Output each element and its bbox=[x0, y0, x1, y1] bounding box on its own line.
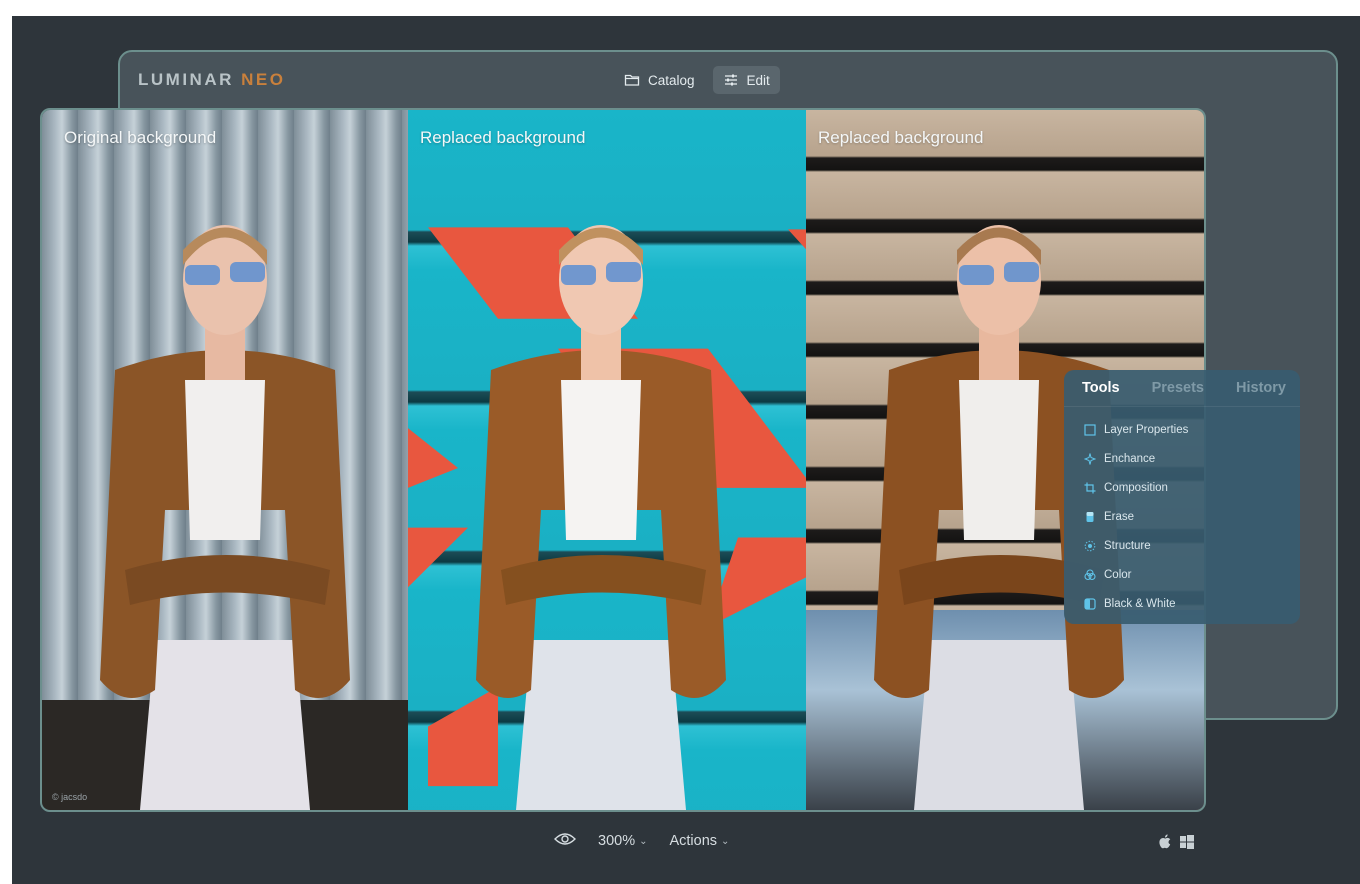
tool-label: Enchance bbox=[1104, 452, 1156, 465]
tool-structure[interactable]: Structure bbox=[1064, 531, 1300, 560]
panel-original: Original background © jacsdo bbox=[42, 110, 408, 810]
tools-panel-tabs: Tools Presets History bbox=[1064, 370, 1300, 406]
bottom-toolbar: 300% ⌄ Actions ⌄ bbox=[554, 832, 729, 850]
apple-icon bbox=[1158, 834, 1172, 855]
eraser-icon bbox=[1084, 511, 1096, 523]
color-palette-icon bbox=[1084, 568, 1096, 581]
tool-color[interactable]: Color bbox=[1064, 560, 1300, 589]
tab-edit[interactable]: Edit bbox=[712, 66, 780, 94]
tool-label: Black & White bbox=[1104, 597, 1176, 610]
panel-building-label: Replaced background bbox=[818, 128, 984, 147]
eye-icon bbox=[554, 832, 576, 850]
chevron-down-icon: ⌄ bbox=[639, 835, 648, 847]
logo-main-text: LUMINAR bbox=[138, 70, 234, 89]
tool-erase[interactable]: Erase bbox=[1064, 502, 1300, 531]
photo-credit: © jacsdo bbox=[52, 792, 88, 802]
tool-enhance[interactable]: Enchance bbox=[1064, 444, 1300, 473]
app-logo: LUMINAR NEO bbox=[138, 70, 285, 90]
zoom-dropdown[interactable]: 300% ⌄ bbox=[598, 833, 647, 849]
logo-accent-text: NEO bbox=[241, 70, 286, 89]
zoom-value: 300% bbox=[598, 833, 636, 849]
panel-original-label: Original background bbox=[64, 128, 217, 147]
tool-composition[interactable]: Composition bbox=[1064, 473, 1300, 502]
crop-icon bbox=[1084, 482, 1096, 494]
actions-label: Actions bbox=[669, 833, 718, 849]
tools-panel: Tools Presets History Layer Properties E… bbox=[1064, 370, 1300, 624]
tab-tools[interactable]: Tools bbox=[1082, 380, 1120, 396]
tab-catalog[interactable]: Catalog bbox=[614, 66, 705, 94]
tool-label: Color bbox=[1104, 568, 1132, 581]
panel-teal-label: Replaced background bbox=[420, 128, 586, 147]
tab-catalog-label: Catalog bbox=[648, 72, 695, 88]
tab-presets[interactable]: Presets bbox=[1152, 380, 1204, 396]
tools-divider bbox=[1064, 406, 1300, 407]
black-white-icon bbox=[1084, 597, 1096, 610]
tool-label: Structure bbox=[1104, 539, 1151, 552]
chevron-down-icon: ⌄ bbox=[721, 835, 730, 847]
panel-replaced-teal: Replaced background bbox=[408, 110, 806, 810]
portrait-subject bbox=[85, 210, 365, 810]
tool-layer-properties[interactable]: Layer Properties bbox=[1064, 415, 1300, 444]
enhance-sparkle-icon bbox=[1083, 452, 1097, 465]
portrait-subject bbox=[461, 210, 741, 810]
tool-black-white[interactable]: Black & White bbox=[1064, 589, 1300, 618]
photo-comparison-canvas[interactable]: Original background © jacsdo Replaced ba… bbox=[40, 108, 1206, 812]
folder-icon bbox=[624, 72, 640, 88]
view-toggle-button[interactable] bbox=[554, 832, 576, 850]
windows-icon bbox=[1180, 835, 1194, 854]
tab-history[interactable]: History bbox=[1236, 380, 1286, 396]
layer-properties-icon bbox=[1084, 423, 1096, 436]
top-nav: Catalog Edit bbox=[614, 66, 780, 94]
platform-icons bbox=[1158, 834, 1194, 855]
tab-edit-label: Edit bbox=[746, 72, 770, 88]
tool-label: Erase bbox=[1104, 510, 1135, 523]
tool-label: Layer Properties bbox=[1104, 423, 1189, 436]
sliders-icon bbox=[723, 72, 739, 88]
structure-icon bbox=[1084, 540, 1096, 552]
tool-label: Composition bbox=[1104, 481, 1168, 494]
actions-dropdown[interactable]: Actions ⌄ bbox=[669, 833, 729, 849]
